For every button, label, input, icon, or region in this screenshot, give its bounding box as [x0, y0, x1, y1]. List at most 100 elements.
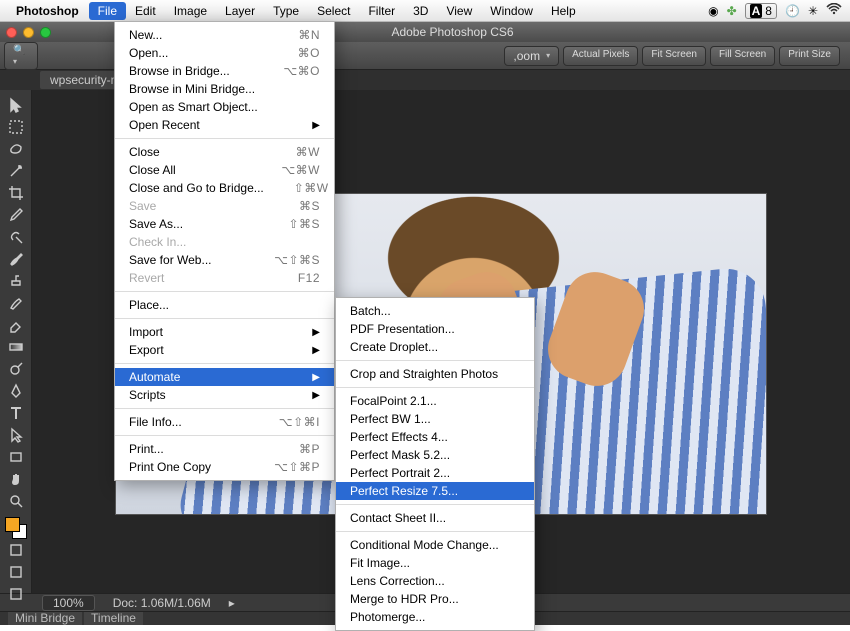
mac-menubar: Photoshop FileEditImageLayerTypeSelectFi…: [0, 0, 850, 22]
eraser-tool[interactable]: [4, 314, 28, 335]
clone-stamp-tool[interactable]: [4, 270, 28, 291]
file-menu-open-as-smart-object[interactable]: Open as Smart Object...: [115, 98, 334, 116]
menu-layer[interactable]: Layer: [216, 2, 264, 20]
file-menu-separator: [115, 363, 334, 364]
automate-fit-image[interactable]: Fit Image...: [336, 554, 534, 572]
automate-conditional-mode-change[interactable]: Conditional Mode Change...: [336, 536, 534, 554]
rectangle-tool[interactable]: [4, 446, 28, 467]
close-button[interactable]: [6, 27, 17, 38]
minimize-button[interactable]: [23, 27, 34, 38]
tray-fan-icon[interactable]: ✳︎: [808, 4, 818, 18]
hand-tool[interactable]: [4, 468, 28, 489]
menu-select[interactable]: Select: [308, 2, 359, 20]
menu-label: Print One Copy: [129, 460, 274, 474]
automate-create-droplet[interactable]: Create Droplet...: [336, 338, 534, 356]
file-menu-browse-in-mini-bridge[interactable]: Browse in Mini Bridge...: [115, 80, 334, 98]
tray-adobe-badge[interactable]: A8: [745, 3, 777, 19]
doc-info[interactable]: Doc: 1.06M/1.06M: [113, 596, 211, 610]
gradient-tool[interactable]: [4, 336, 28, 357]
healing-brush-tool[interactable]: [4, 226, 28, 247]
crop-tool[interactable]: [4, 182, 28, 203]
quick-mask-icon[interactable]: [4, 561, 28, 582]
menu-3d[interactable]: 3D: [404, 2, 437, 20]
file-menu-print-one-copy[interactable]: Print One Copy⌥⇧⌘P: [115, 458, 334, 476]
file-menu-save-as[interactable]: Save As...⇧⌘S: [115, 215, 334, 233]
tray-clover-icon[interactable]: ✤: [727, 4, 737, 18]
app-menu[interactable]: Photoshop: [16, 4, 79, 18]
brush-tool[interactable]: [4, 248, 28, 269]
type-tool[interactable]: [4, 402, 28, 423]
file-menu-new[interactable]: New...⌘N: [115, 26, 334, 44]
option-actual-pixels[interactable]: Actual Pixels: [563, 46, 638, 66]
automate-merge-to-hdr-pro[interactable]: Merge to HDR Pro...: [336, 590, 534, 608]
automate-batch[interactable]: Batch...: [336, 302, 534, 320]
automate-submenu: Batch...PDF Presentation...Create Drople…: [335, 297, 535, 631]
edit-toolbar-icon[interactable]: [4, 539, 28, 560]
file-menu-scripts[interactable]: Scripts▶: [115, 386, 334, 404]
automate-perfect-portrait-2[interactable]: Perfect Portrait 2...: [336, 464, 534, 482]
file-menu-import[interactable]: Import▶: [115, 323, 334, 341]
tray-dot-icon[interactable]: ◉: [708, 4, 718, 18]
panel-tab-mini-bridge[interactable]: Mini Bridge: [8, 612, 82, 625]
screen-mode-icon[interactable]: [4, 583, 28, 604]
automate-focalpoint-2-1[interactable]: FocalPoint 2.1...: [336, 392, 534, 410]
zoom-tool[interactable]: [4, 490, 28, 511]
lasso-tool[interactable]: [4, 138, 28, 159]
menu-shortcut: ⌥⇧⌘P: [274, 460, 320, 474]
file-menu-close[interactable]: Close⌘W: [115, 143, 334, 161]
automate-photomerge[interactable]: Photomerge...: [336, 608, 534, 626]
file-menu-close-all[interactable]: Close All⌥⌘W: [115, 161, 334, 179]
menu-filter[interactable]: Filter: [359, 2, 404, 20]
option-print-size[interactable]: Print Size: [779, 46, 840, 66]
tray-clock-icon[interactable]: 🕘: [785, 4, 800, 18]
automate-perfect-bw-1[interactable]: Perfect BW 1...: [336, 410, 534, 428]
automate-pdf-presentation[interactable]: PDF Presentation...: [336, 320, 534, 338]
file-menu-browse-in-bridge[interactable]: Browse in Bridge...⌥⌘O: [115, 62, 334, 80]
move-tool[interactable]: [4, 94, 28, 115]
automate-perfect-effects-4[interactable]: Perfect Effects 4...: [336, 428, 534, 446]
marquee-tool[interactable]: [4, 116, 28, 137]
menu-label: Conditional Mode Change...: [350, 538, 529, 552]
history-brush-tool[interactable]: [4, 292, 28, 313]
panel-tab-timeline[interactable]: Timeline: [84, 612, 143, 625]
tray-wifi-icon[interactable]: [826, 3, 842, 18]
menu-label: Save: [129, 199, 299, 213]
file-menu-close-and-go-to-bridge[interactable]: Close and Go to Bridge...⇧⌘W: [115, 179, 334, 197]
tool-preset-button[interactable]: 🔍 ▾: [4, 42, 38, 70]
dodge-tool[interactable]: [4, 358, 28, 379]
zoom-button[interactable]: [40, 27, 51, 38]
status-arrow-icon[interactable]: ▸: [229, 596, 235, 610]
menu-type[interactable]: Type: [264, 2, 308, 20]
automate-perfect-resize-7-5[interactable]: Perfect Resize 7.5...: [336, 482, 534, 500]
option-fill-screen[interactable]: Fill Screen: [710, 46, 775, 66]
automate-contact-sheet-ii[interactable]: Contact Sheet II...: [336, 509, 534, 527]
menu-image[interactable]: Image: [165, 2, 216, 20]
option--oom[interactable]: ,oom▾: [504, 46, 559, 66]
menu-edit[interactable]: Edit: [126, 2, 165, 20]
option-fit-screen[interactable]: Fit Screen: [642, 46, 706, 66]
automate-separator: [336, 360, 534, 361]
pen-tool[interactable]: [4, 380, 28, 401]
color-swatches[interactable]: [5, 517, 27, 539]
menu-window[interactable]: Window: [481, 2, 542, 20]
path-selection-tool[interactable]: [4, 424, 28, 445]
magic-wand-tool[interactable]: [4, 160, 28, 181]
automate-crop-and-straighten-photos[interactable]: Crop and Straighten Photos: [336, 365, 534, 383]
file-menu-export[interactable]: Export▶: [115, 341, 334, 359]
menu-help[interactable]: Help: [542, 2, 585, 20]
menu-file[interactable]: File: [89, 2, 126, 20]
menu-label: Open Recent: [129, 118, 312, 132]
file-menu-place[interactable]: Place...: [115, 296, 334, 314]
file-menu-file-info[interactable]: File Info...⌥⇧⌘I: [115, 413, 334, 431]
menu-shortcut: ⌘P: [299, 442, 320, 456]
automate-lens-correction[interactable]: Lens Correction...: [336, 572, 534, 590]
file-menu-open-recent[interactable]: Open Recent▶: [115, 116, 334, 134]
file-menu-open[interactable]: Open...⌘O: [115, 44, 334, 62]
automate-perfect-mask-5-2[interactable]: Perfect Mask 5.2...: [336, 446, 534, 464]
file-menu-print[interactable]: Print...⌘P: [115, 440, 334, 458]
zoom-level[interactable]: 100%: [42, 595, 95, 611]
file-menu-save-for-web[interactable]: Save for Web...⌥⇧⌘S: [115, 251, 334, 269]
eyedropper-tool[interactable]: [4, 204, 28, 225]
menu-view[interactable]: View: [437, 2, 481, 20]
file-menu-automate[interactable]: Automate▶: [115, 368, 334, 386]
